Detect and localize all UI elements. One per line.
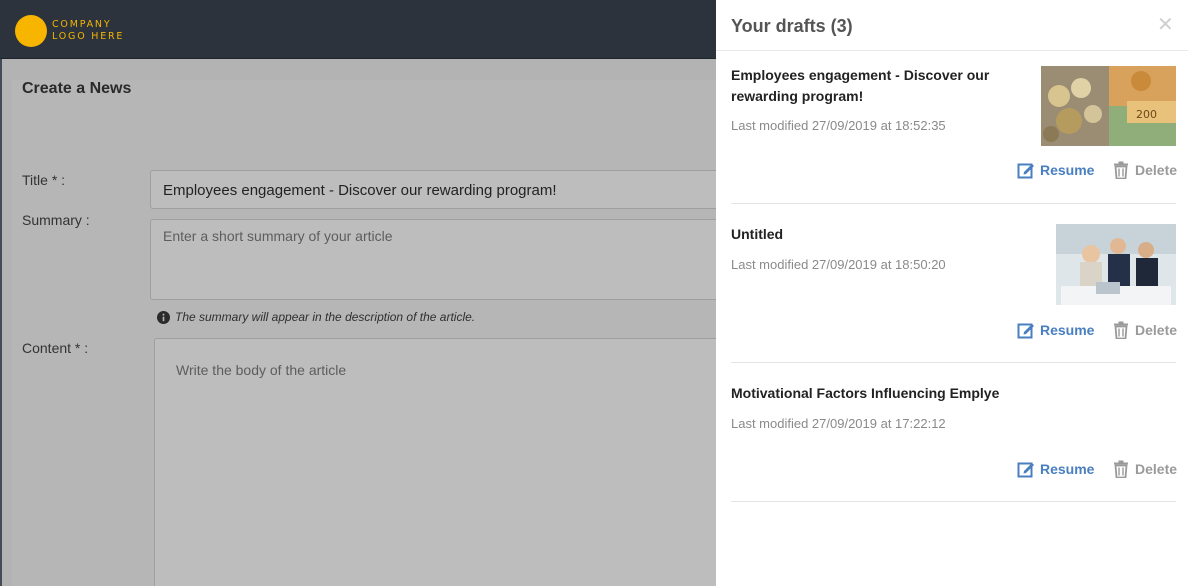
drafts-panel-header: Your drafts (3) ✕: [716, 0, 1188, 51]
draft-modified-date: Last modified 27/09/2019 at 17:22:12: [731, 416, 946, 431]
delete-button[interactable]: Delete: [1112, 161, 1177, 179]
edit-icon: [1017, 323, 1034, 339]
coins-and-banknotes-image: 200: [1041, 66, 1176, 146]
draft-title[interactable]: Motivational Factors Influencing Emplye: [731, 383, 1021, 404]
edit-icon: [1017, 462, 1034, 478]
draft-title[interactable]: Employees engagement - Discover our rewa…: [731, 65, 1021, 107]
resume-label: Resume: [1040, 461, 1095, 477]
svg-text:200: 200: [1136, 108, 1157, 121]
draft-item: Employees engagement - Discover our rewa…: [731, 51, 1177, 204]
drafts-panel-title: Your drafts (3): [731, 16, 853, 36]
company-logo-icon[interactable]: [15, 15, 47, 47]
summary-label: Summary :: [22, 212, 90, 228]
delete-button[interactable]: Delete: [1112, 321, 1177, 339]
summary-hint: The summary will appear in the descripti…: [157, 310, 475, 324]
draft-modified-date: Last modified 27/09/2019 at 18:50:20: [731, 257, 946, 272]
trash-icon: [1114, 460, 1128, 478]
trash-icon: [1114, 321, 1128, 339]
logo-line-2: LOGO HERE: [52, 31, 125, 42]
draft-thumbnail[interactable]: [1056, 224, 1176, 305]
resume-button[interactable]: Resume: [1017, 460, 1094, 478]
draft-thumbnail[interactable]: 200: [1041, 66, 1176, 146]
title-label: Title * :: [22, 172, 66, 188]
draft-item: Motivational Factors Influencing Emplye …: [731, 363, 1177, 502]
resume-button[interactable]: Resume: [1017, 161, 1094, 179]
business-meeting-image: [1056, 224, 1176, 305]
draft-modified-date: Last modified 27/09/2019 at 18:52:35: [731, 118, 946, 133]
draft-item: Untitled Last modified 27/09/2019 at 18:…: [731, 204, 1177, 363]
drafts-panel: Your drafts (3) ✕ Employees engagement -…: [716, 0, 1188, 586]
close-icon[interactable]: ✕: [1157, 15, 1174, 35]
resume-button[interactable]: Resume: [1017, 321, 1094, 339]
info-icon: [157, 310, 170, 324]
delete-label: Delete: [1135, 322, 1178, 338]
page-title: Create a News: [22, 80, 132, 97]
content-label: Content * :: [22, 340, 89, 356]
summary-hint-text: The summary will appear in the descripti…: [175, 310, 476, 324]
company-logo-text[interactable]: COMPANY LOGO HERE: [52, 19, 124, 43]
resume-label: Resume: [1040, 322, 1095, 338]
summary-textarea[interactable]: Enter a short summary of your article: [150, 219, 730, 300]
edit-icon: [1017, 163, 1034, 179]
draft-title[interactable]: Untitled: [731, 224, 1021, 245]
delete-button[interactable]: Delete: [1112, 460, 1177, 478]
resume-label: Resume: [1040, 162, 1095, 178]
title-input[interactable]: Employees engagement - Discover our rewa…: [150, 170, 730, 209]
trash-icon: [1114, 161, 1128, 179]
delete-label: Delete: [1135, 461, 1178, 477]
content-editor[interactable]: Write the body of the article: [154, 338, 734, 586]
logo-line-1: COMPANY: [52, 19, 112, 30]
delete-label: Delete: [1135, 162, 1178, 178]
